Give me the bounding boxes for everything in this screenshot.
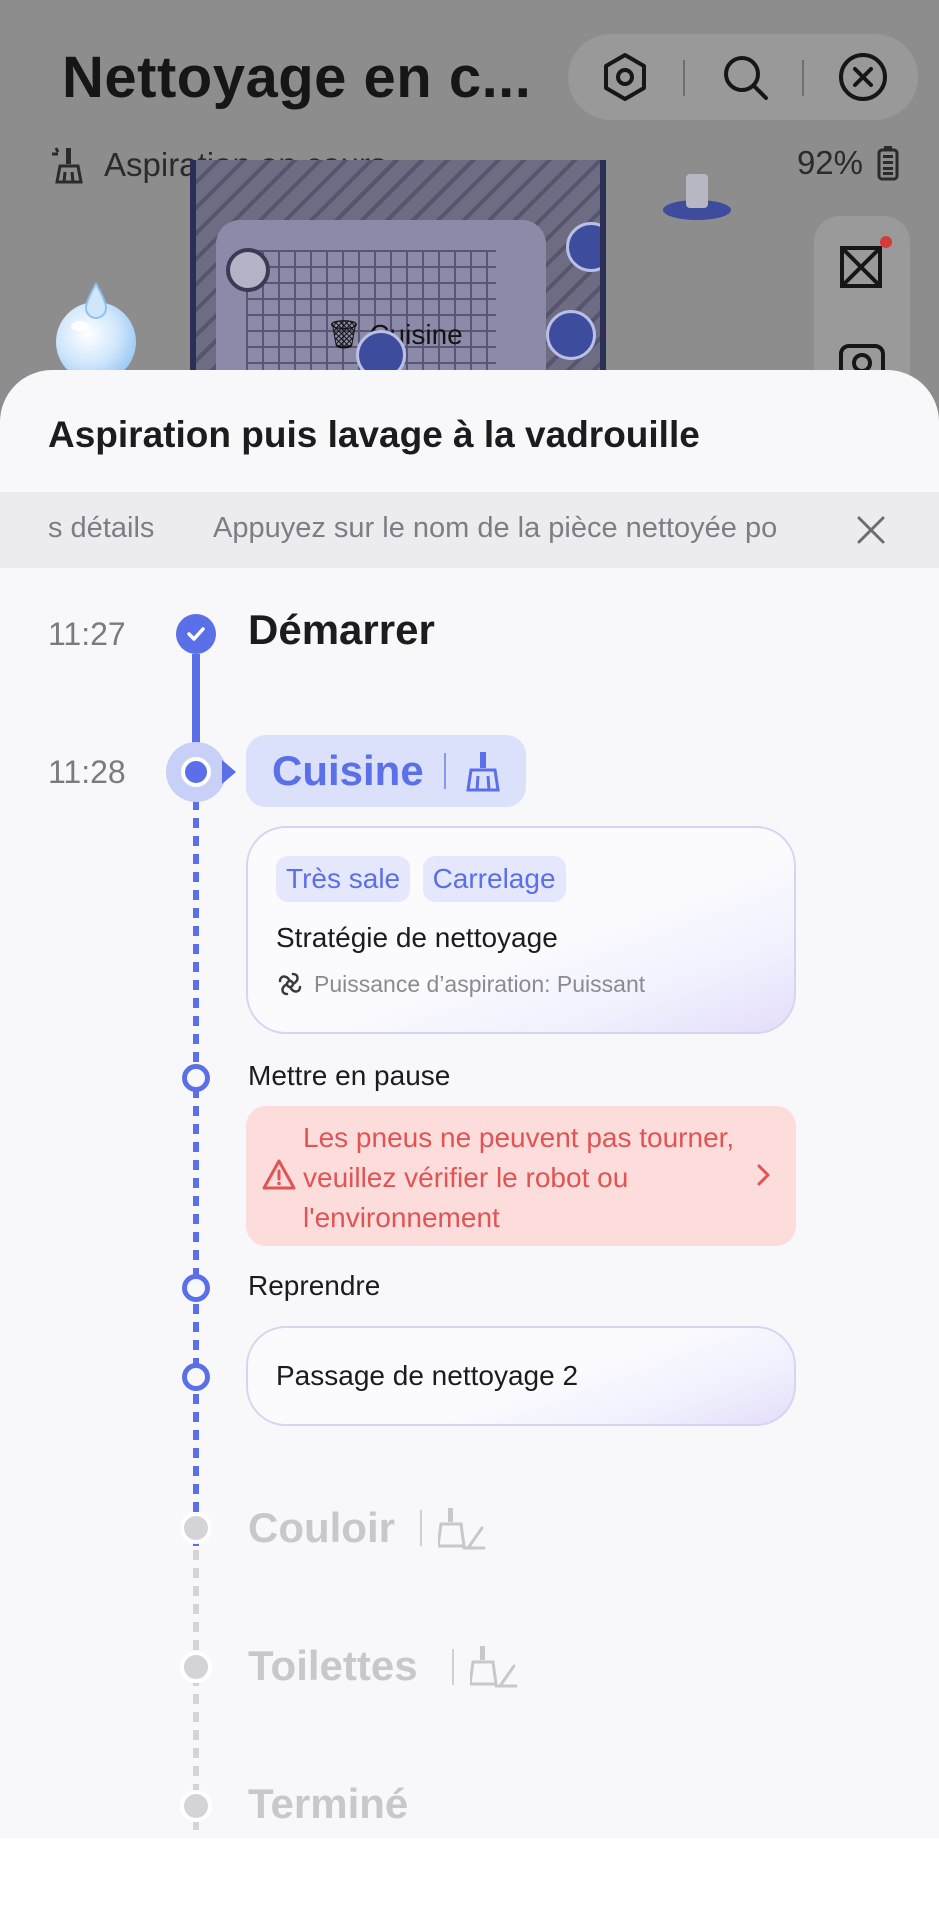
robot-icon — [226, 248, 270, 292]
divider — [683, 60, 685, 96]
dock-icon — [663, 174, 731, 220]
banner-text: Appuyez sur le nom de la pièce nettoyée … — [213, 512, 778, 544]
strategy-title: Stratégie de nettoyage — [276, 922, 558, 953]
pause-node — [182, 1064, 210, 1092]
current-step-node — [166, 742, 226, 802]
divider — [443, 753, 446, 789]
timeline-line-active — [193, 800, 199, 1546]
end-label: Terminé — [248, 1780, 409, 1827]
suction-power: Puissance d’aspiration: Puissant — [276, 970, 645, 998]
page-title: Nettoyage en c... — [62, 45, 532, 110]
divider — [802, 60, 804, 96]
no-go-zone-icon[interactable] — [838, 242, 886, 290]
room-couloir[interactable]: Couloir — [248, 1504, 395, 1552]
sheet-title: Aspiration puis lavage à la vadrouille — [48, 414, 700, 455]
resume-label: Reprendre — [248, 1270, 381, 1301]
divider — [452, 1649, 454, 1685]
suction-power-text: Puissance d’aspiration: Puissant — [314, 970, 646, 997]
pause-label: Mettre en pause — [248, 1060, 451, 1091]
hint-banner[interactable]: s détails Appuyez sur le nom de la pièce… — [0, 492, 939, 568]
resume-node — [182, 1274, 210, 1302]
banner-text-start: s détails — [48, 512, 155, 544]
battery-indicator: 92% — [797, 144, 899, 182]
pending-node — [180, 1651, 212, 1683]
current-step-arrow — [222, 760, 236, 784]
notification-dot — [880, 236, 892, 248]
chevron-right-icon[interactable] — [750, 1158, 778, 1192]
tag-list: Très sale Carrelage — [276, 856, 574, 902]
start-label: Démarrer — [248, 606, 435, 653]
room-time: 11:28 — [48, 754, 126, 790]
cleaning-pass-card: Passage de nettoyage 2 — [246, 1326, 796, 1426]
pending-node — [180, 1512, 212, 1544]
close-icon[interactable] — [849, 508, 893, 552]
cone-marker-icon[interactable] — [546, 310, 596, 360]
cleaning-progress-sheet: Aspiration puis lavage à la vadrouille s… — [0, 370, 939, 1838]
start-time: 11:27 — [48, 616, 126, 652]
warning-icon — [262, 1159, 296, 1190]
check-icon — [176, 614, 216, 654]
error-alert[interactable]: Les pneus ne peuvent pas tourner, veuill… — [246, 1106, 796, 1246]
battery-icon — [877, 146, 899, 181]
divider — [420, 1510, 422, 1546]
tag-dirt-level: Très sale — [276, 856, 411, 902]
room-name: Cuisine — [272, 747, 424, 794]
settings-icon[interactable] — [598, 50, 652, 104]
tag-floor-type: Carrelage — [422, 856, 566, 902]
vacuum-icon — [52, 147, 83, 184]
fan-icon — [278, 972, 302, 996]
close-icon[interactable] — [836, 50, 890, 104]
pass-text: Passage de nettoyage 2 — [276, 1360, 579, 1391]
room-chip-cuisine[interactable]: Cuisine — [246, 735, 526, 807]
vacuum-mop-icon — [438, 1508, 486, 1550]
pass-node — [182, 1363, 210, 1391]
battery-level: 92% — [796, 144, 863, 181]
vacuum-icon — [465, 752, 500, 792]
error-message: Les pneus ne peuvent pas tourner, veuill… — [303, 1122, 735, 1233]
end-node — [180, 1790, 212, 1822]
room-details-card[interactable]: Très sale Carrelage Stratégie de nettoya… — [246, 826, 796, 1034]
vacuum-mop-icon — [470, 1646, 518, 1688]
room-toilettes[interactable]: Toilettes — [248, 1642, 418, 1690]
search-icon[interactable] — [718, 50, 772, 104]
